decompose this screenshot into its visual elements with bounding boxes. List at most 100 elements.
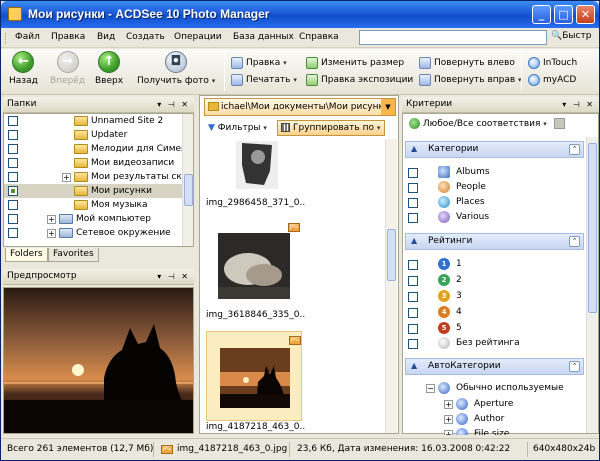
rating-1[interactable]: 11 <box>404 257 584 272</box>
forward-button[interactable]: → Вперёд <box>50 51 85 86</box>
search-input[interactable] <box>359 30 547 45</box>
collapse-node-icon[interactable]: − <box>426 384 435 393</box>
rotate-left-button[interactable]: Повернуть влево <box>419 56 515 70</box>
expand-icon[interactable]: + <box>444 415 453 424</box>
category-various[interactable]: Various <box>404 210 584 225</box>
close-button[interactable]: ✕ <box>576 5 595 24</box>
back-button[interactable]: ← Назад <box>9 51 38 86</box>
rating-none[interactable]: Без рейтинга <box>404 336 584 351</box>
resize-icon <box>306 56 318 69</box>
collapse-icon[interactable]: ⌃ <box>569 361 580 372</box>
category-places[interactable]: Places <box>404 195 584 210</box>
browser-scrollbar[interactable] <box>385 139 397 433</box>
rating-5-icon: 5 <box>438 322 450 334</box>
category-people[interactable]: People <box>404 180 584 195</box>
title-bar[interactable]: Мои рисунки - ACDSee 10 Photo Manager _ … <box>1 1 599 28</box>
menu-help[interactable]: Справка <box>299 32 339 42</box>
thumbnail-image <box>236 141 278 189</box>
no-rating-icon <box>438 337 450 349</box>
collapse-icon[interactable]: ⌃ <box>569 144 580 155</box>
exposure-button[interactable]: Правка экспозиции <box>306 73 413 87</box>
menu-create[interactable]: Создать <box>126 32 165 42</box>
folder-item[interactable]: Моя музыка <box>4 198 184 212</box>
folder-item[interactable]: Updater <box>4 128 184 142</box>
printer-icon <box>231 73 243 86</box>
address-bar[interactable]: ichael\Мои документы\Мои рисунки ▼ <box>204 98 396 116</box>
filter-icon: ▼ <box>208 123 215 133</box>
auto-author[interactable]: + Author <box>404 412 584 427</box>
myacd-button[interactable]: myACD <box>528 73 576 87</box>
intouch-button[interactable]: InTouch <box>528 56 577 70</box>
categories-group-header[interactable]: ▲ Категории ⌃ <box>405 141 584 158</box>
rotate-left-icon <box>419 56 431 69</box>
expand-icon[interactable]: + <box>47 215 56 224</box>
criteria-scrollbar[interactable] <box>586 137 598 433</box>
folder-item[interactable]: + Мой компьютер <box>4 212 184 226</box>
menu-edit[interactable]: Правка <box>51 32 85 42</box>
menu-operations[interactable]: Операции <box>174 32 222 42</box>
expand-icon[interactable]: + <box>444 400 453 409</box>
auto-common[interactable]: − Обычно используемые <box>404 381 584 396</box>
clear-icon[interactable] <box>553 118 565 129</box>
tab-folders[interactable]: Folders <box>5 248 48 262</box>
folder-item-selected[interactable]: Мои рисунки <box>4 184 184 198</box>
collapse-icon[interactable]: ⌃ <box>569 236 580 247</box>
tab-favorites[interactable]: Favorites <box>48 248 99 262</box>
thumbnail-cell[interactable]: JPG <box>206 223 302 299</box>
back-arrow-icon: ← <box>12 51 35 73</box>
filters-button[interactable]: ▼ Фильтры ▾ <box>208 119 267 137</box>
folder-icon <box>74 199 88 210</box>
group-icon <box>281 123 290 132</box>
info-icon <box>438 382 450 394</box>
folder-icon <box>74 129 88 140</box>
expand-icon[interactable]: + <box>444 430 453 435</box>
address-dropdown[interactable]: ▼ <box>381 99 395 115</box>
folder-item[interactable]: Мои видеозаписи <box>4 156 184 170</box>
auto-filesize[interactable]: + File size <box>404 427 584 435</box>
app-icon <box>8 7 22 21</box>
get-photos-button[interactable]: ◘ Получить фото ▾ <box>137 51 215 86</box>
thumbnail-label: img_3618846_335_0... <box>206 310 306 320</box>
thumbnail-cell-selected[interactable]: JPG <box>206 331 302 421</box>
ratings-group-header[interactable]: ▲ Рейтинги ⌃ <box>405 233 584 250</box>
minimize-button[interactable]: _ <box>532 5 551 24</box>
edit-button[interactable]: Правка ▾ <box>231 56 287 70</box>
rating-3[interactable]: 33 <box>404 289 584 304</box>
chevron-up-icon: ▲ <box>411 361 418 370</box>
folder-item[interactable]: Мелодии для Сименс <box>4 142 192 156</box>
menu-database[interactable]: База данных <box>233 32 294 42</box>
group-by-button[interactable]: Группировать по ▾ <box>277 120 386 136</box>
rating-2[interactable]: 22 <box>404 273 584 288</box>
various-icon <box>438 211 450 223</box>
pane-controls[interactable]: ▾ ⊣ ✕ <box>157 269 190 284</box>
pane-controls[interactable]: ▾ ⊣ ✕ <box>562 97 595 112</box>
edit-icon <box>231 56 243 69</box>
up-button[interactable]: ↑ Вверх <box>95 51 123 86</box>
maximize-button[interactable]: □ <box>554 5 573 24</box>
browser-filterbar: ▼ Фильтры ▾ Группировать по ▾ <box>204 119 396 137</box>
folder-item[interactable]: + Сетевое окружение <box>4 226 184 240</box>
jpg-badge-icon: JPG <box>161 445 173 454</box>
people-icon <box>438 181 450 193</box>
category-albums[interactable]: Albums <box>404 165 584 180</box>
folder-item[interactable]: + Мои результаты ска <box>4 170 187 184</box>
rotate-right-button[interactable]: Повернуть вправ ▾ <box>419 73 522 87</box>
menu-file[interactable]: Файл <box>15 32 40 42</box>
autocategories-group-header[interactable]: ▲ АвтоКатегории ⌃ <box>405 358 584 375</box>
quick-search-button[interactable]: 🔍Быстр <box>551 31 591 41</box>
rating-5[interactable]: 55 <box>404 321 584 336</box>
print-button[interactable]: Печатать ▾ <box>231 73 297 87</box>
chevron-up-icon: ▲ <box>411 144 418 153</box>
resize-button[interactable]: Изменить размер <box>306 56 404 70</box>
menu-view[interactable]: Вид <box>97 32 115 42</box>
folder-item[interactable]: Unnamed Site 2 <box>4 114 184 128</box>
folders-tabs: Folders Favorites <box>3 247 194 263</box>
rating-4[interactable]: 44 <box>404 305 584 320</box>
auto-aperture[interactable]: + Aperture <box>404 397 584 412</box>
folders-scrollbar[interactable] <box>182 114 193 246</box>
match-dropdown[interactable]: Любое/Все соответствия ▾ <box>409 118 565 129</box>
expand-icon[interactable]: + <box>47 229 56 238</box>
expand-icon[interactable]: + <box>62 173 71 182</box>
pane-controls[interactable]: ▾ ⊣ ✕ <box>157 97 190 112</box>
intouch-icon <box>528 56 540 69</box>
